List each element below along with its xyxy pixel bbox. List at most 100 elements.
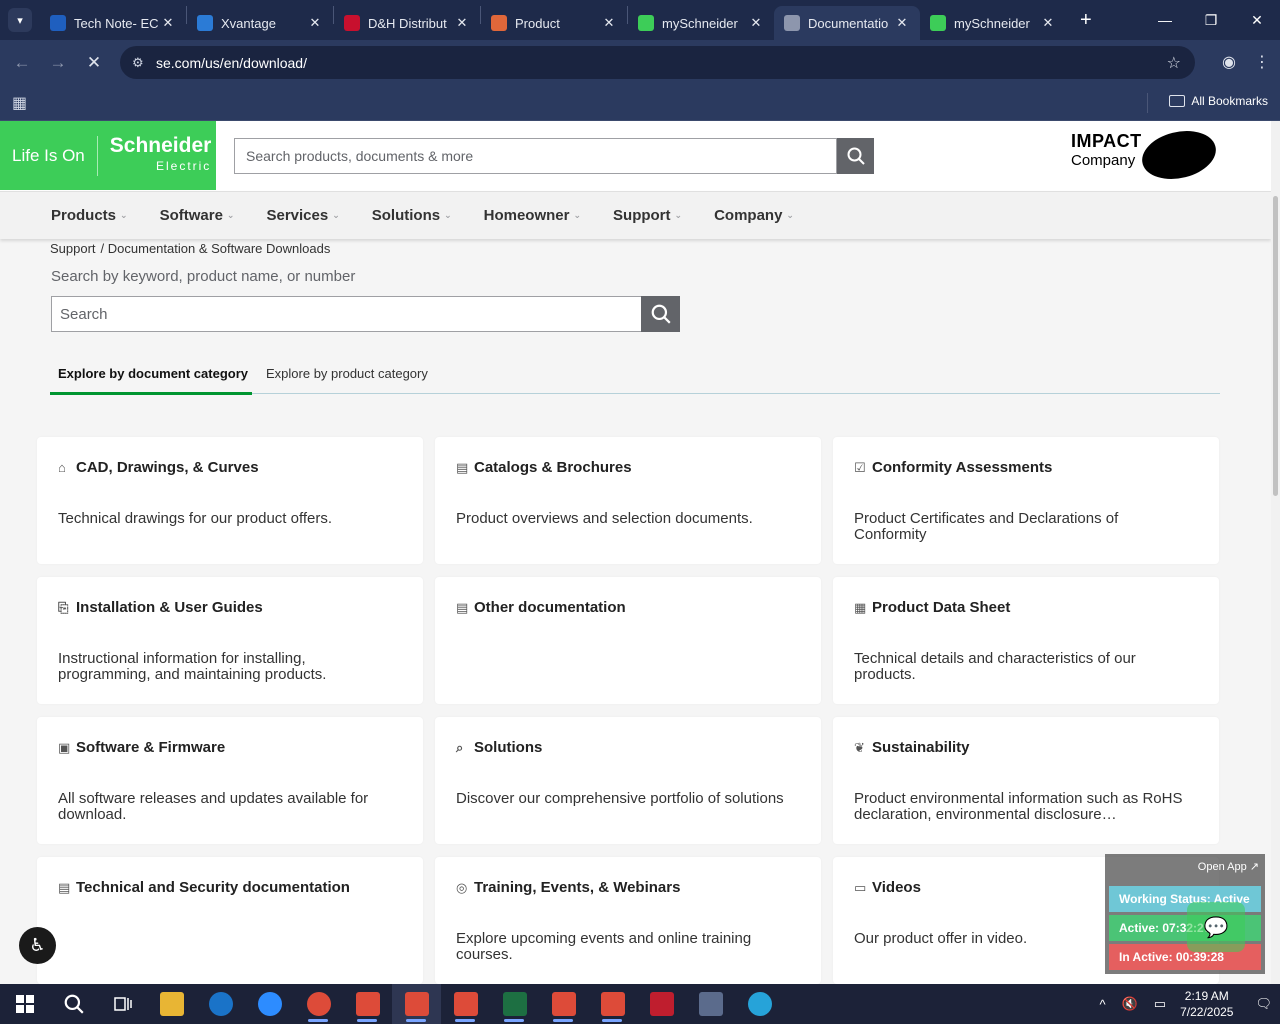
close-tab-icon[interactable]: ✕ [454, 15, 470, 31]
volume-muted-icon[interactable]: 🔇 [1122, 996, 1138, 1012]
nav-item-products[interactable]: Products ⌄ [51, 207, 128, 224]
browser-tab[interactable]: Documentatio ✕ [774, 6, 920, 40]
document-search-button[interactable] [641, 296, 680, 332]
address-bar[interactable]: ⚙ se.com/us/en/download/ ☆ [120, 46, 1195, 79]
taskbar-app-glyph [453, 992, 478, 1016]
chrome-icon[interactable] [294, 984, 343, 1024]
site-header: Life Is On Schneider Electric Search pro… [0, 121, 1271, 191]
show-hidden-icons-chevron[interactable]: ^ [1100, 997, 1106, 1012]
chrome-profile-icon[interactable] [441, 984, 490, 1024]
browser-tab[interactable]: mySchneider ✕ [628, 6, 774, 40]
forward-button[interactable]: → [40, 53, 76, 73]
zoom-icon[interactable] [245, 984, 294, 1024]
active-tab-indicator [50, 392, 252, 395]
close-tab-icon[interactable]: ✕ [1040, 15, 1056, 31]
restore-button[interactable]: ❐ [1188, 0, 1234, 40]
scrollbar-thumb[interactable] [1273, 196, 1278, 496]
site-search-input[interactable]: Search products, documents & more [234, 138, 837, 174]
nav-item-label: Homeowner [483, 207, 570, 224]
start-button[interactable] [0, 984, 49, 1024]
file-explorer-icon[interactable] [147, 984, 196, 1024]
nav-item-services[interactable]: Services ⌄ [266, 207, 339, 224]
nav-item-company[interactable]: Company ⌄ [714, 207, 794, 224]
new-tab-button[interactable]: + [1080, 9, 1092, 32]
site-info-icon[interactable]: ⚙ [132, 55, 156, 71]
site-search-button[interactable] [837, 138, 874, 174]
browser-tab[interactable]: Product ✕ [481, 6, 627, 40]
taskbar-search-icon[interactable] [49, 984, 98, 1024]
cad-icon: ⌂ [58, 460, 66, 475]
schneider-logo[interactable]: Life Is On Schneider Electric [0, 121, 216, 190]
tab-document-category[interactable]: Explore by document category [58, 366, 248, 381]
app-icon[interactable] [735, 984, 784, 1024]
close-tab-icon[interactable]: ✕ [307, 15, 323, 31]
chrome-profile-icon[interactable] [343, 984, 392, 1024]
url-text[interactable]: se.com/us/en/download/ [156, 55, 307, 71]
filezilla-icon[interactable] [637, 984, 686, 1024]
card-description: Explore upcoming events and online train… [456, 930, 752, 963]
category-card[interactable]: ◎ Training, Events, & Webinars Explore upc… [435, 857, 821, 984]
nav-item-homeowner[interactable]: Homeowner ⌄ [484, 207, 581, 224]
close-tab-icon[interactable]: ✕ [748, 15, 764, 31]
category-card[interactable]: ☑ Conformity Assessments Product Certifica… [833, 437, 1219, 564]
chrome-profile-icon[interactable] [588, 984, 637, 1024]
close-tab-icon[interactable]: ✕ [894, 15, 910, 31]
category-card[interactable]: ❦ Sustainability Product environmental inf… [833, 717, 1219, 844]
all-bookmarks-button[interactable]: All Bookmarks [1169, 94, 1268, 108]
close-window-button[interactable]: ✕ [1234, 0, 1280, 40]
taskbar-clock[interactable]: 2:19 AM 7/22/2025 [1180, 988, 1233, 1020]
search-prompt-label: Search by keyword, product name, or numb… [51, 268, 356, 285]
nav-item-solutions[interactable]: Solutions ⌄ [372, 207, 452, 224]
category-card[interactable]: ⎘ Installation & User Guides Instructional… [37, 577, 423, 704]
profile-icon[interactable]: ◉ [1222, 52, 1236, 72]
category-card[interactable]: ▤ Other documentation [435, 577, 821, 704]
nav-item-support[interactable]: Support ⌄ [613, 207, 682, 224]
outlook-icon[interactable] [196, 984, 245, 1024]
chat-icon[interactable]: 💬 [1187, 902, 1245, 952]
catalog-icon: ▤ [456, 459, 469, 475]
back-button[interactable]: ← [4, 53, 40, 73]
browser-tab[interactable]: Xvantage ✕ [187, 6, 333, 40]
bookmark-star-icon[interactable]: ☆ [1167, 53, 1181, 73]
excel-icon[interactable] [490, 984, 539, 1024]
page-scrollbar[interactable] [1271, 121, 1280, 984]
task-view-icon[interactable] [98, 984, 147, 1024]
document-search-input[interactable]: Search [51, 296, 642, 332]
chrome-profile-icon[interactable] [392, 984, 441, 1024]
accessibility-button[interactable]: ♿ [19, 927, 56, 964]
category-card[interactable]: ▤ Technical and Security documentation [37, 857, 423, 984]
category-card[interactable]: ⌕ Solutions Discover our comprehensive por… [435, 717, 821, 844]
browser-tab[interactable]: Tech Note- EC ✕ [40, 6, 186, 40]
notifications-icon[interactable]: 🗨 [1255, 996, 1272, 1012]
close-tab-icon[interactable]: ✕ [601, 15, 617, 31]
card-description: Instructional information for installing… [58, 650, 327, 683]
calculator-icon[interactable] [686, 984, 735, 1024]
browser-toolbar: ← → ✕ ⚙ se.com/us/en/download/ ☆ ◉ ⋮ [0, 40, 1280, 85]
browser-tab[interactable]: D&H Distribut ✕ [334, 6, 480, 40]
category-card[interactable]: ▣ Software & Firmware All software release… [37, 717, 423, 844]
card-title: Technical and Security documentation [76, 879, 350, 896]
network-icon[interactable]: ▭ [1154, 996, 1166, 1012]
browser-tab[interactable]: mySchneider ✕ [920, 6, 1066, 40]
minimize-button[interactable]: — [1142, 0, 1188, 40]
card-heading: ❦ Sustainability [854, 739, 1198, 756]
card-heading: ☑ Conformity Assessments [854, 459, 1198, 476]
tab-search-button[interactable]: ▾ [8, 8, 32, 32]
card-description: Product overviews and selection document… [456, 510, 753, 527]
apps-grid-icon[interactable]: ▦ [12, 93, 27, 113]
datasheet-icon: ▦ [854, 599, 867, 615]
category-card[interactable]: ▦ Product Data Sheet Technical details and… [833, 577, 1219, 704]
taskbar-app-glyph [698, 992, 723, 1016]
category-card[interactable]: ⌂ CAD, Drawings, & Curves Technical drawin… [37, 437, 423, 564]
menu-icon[interactable]: ⋮ [1254, 52, 1270, 72]
open-app-link[interactable]: Open App ↗ [1198, 860, 1259, 873]
chevron-down-icon: ⌄ [674, 210, 683, 220]
nav-item-software[interactable]: Software ⌄ [160, 207, 235, 224]
category-card[interactable]: ▤ Catalogs & Brochures Product overviews a… [435, 437, 821, 564]
stop-loading-button[interactable]: ✕ [76, 53, 112, 73]
breadcrumb-support-link[interactable]: Support [50, 241, 96, 256]
chrome-profile-icon[interactable] [539, 984, 588, 1024]
close-tab-icon[interactable]: ✕ [160, 15, 176, 31]
tab-product-category[interactable]: Explore by product category [266, 366, 428, 381]
taskbar-app-glyph [649, 992, 674, 1016]
